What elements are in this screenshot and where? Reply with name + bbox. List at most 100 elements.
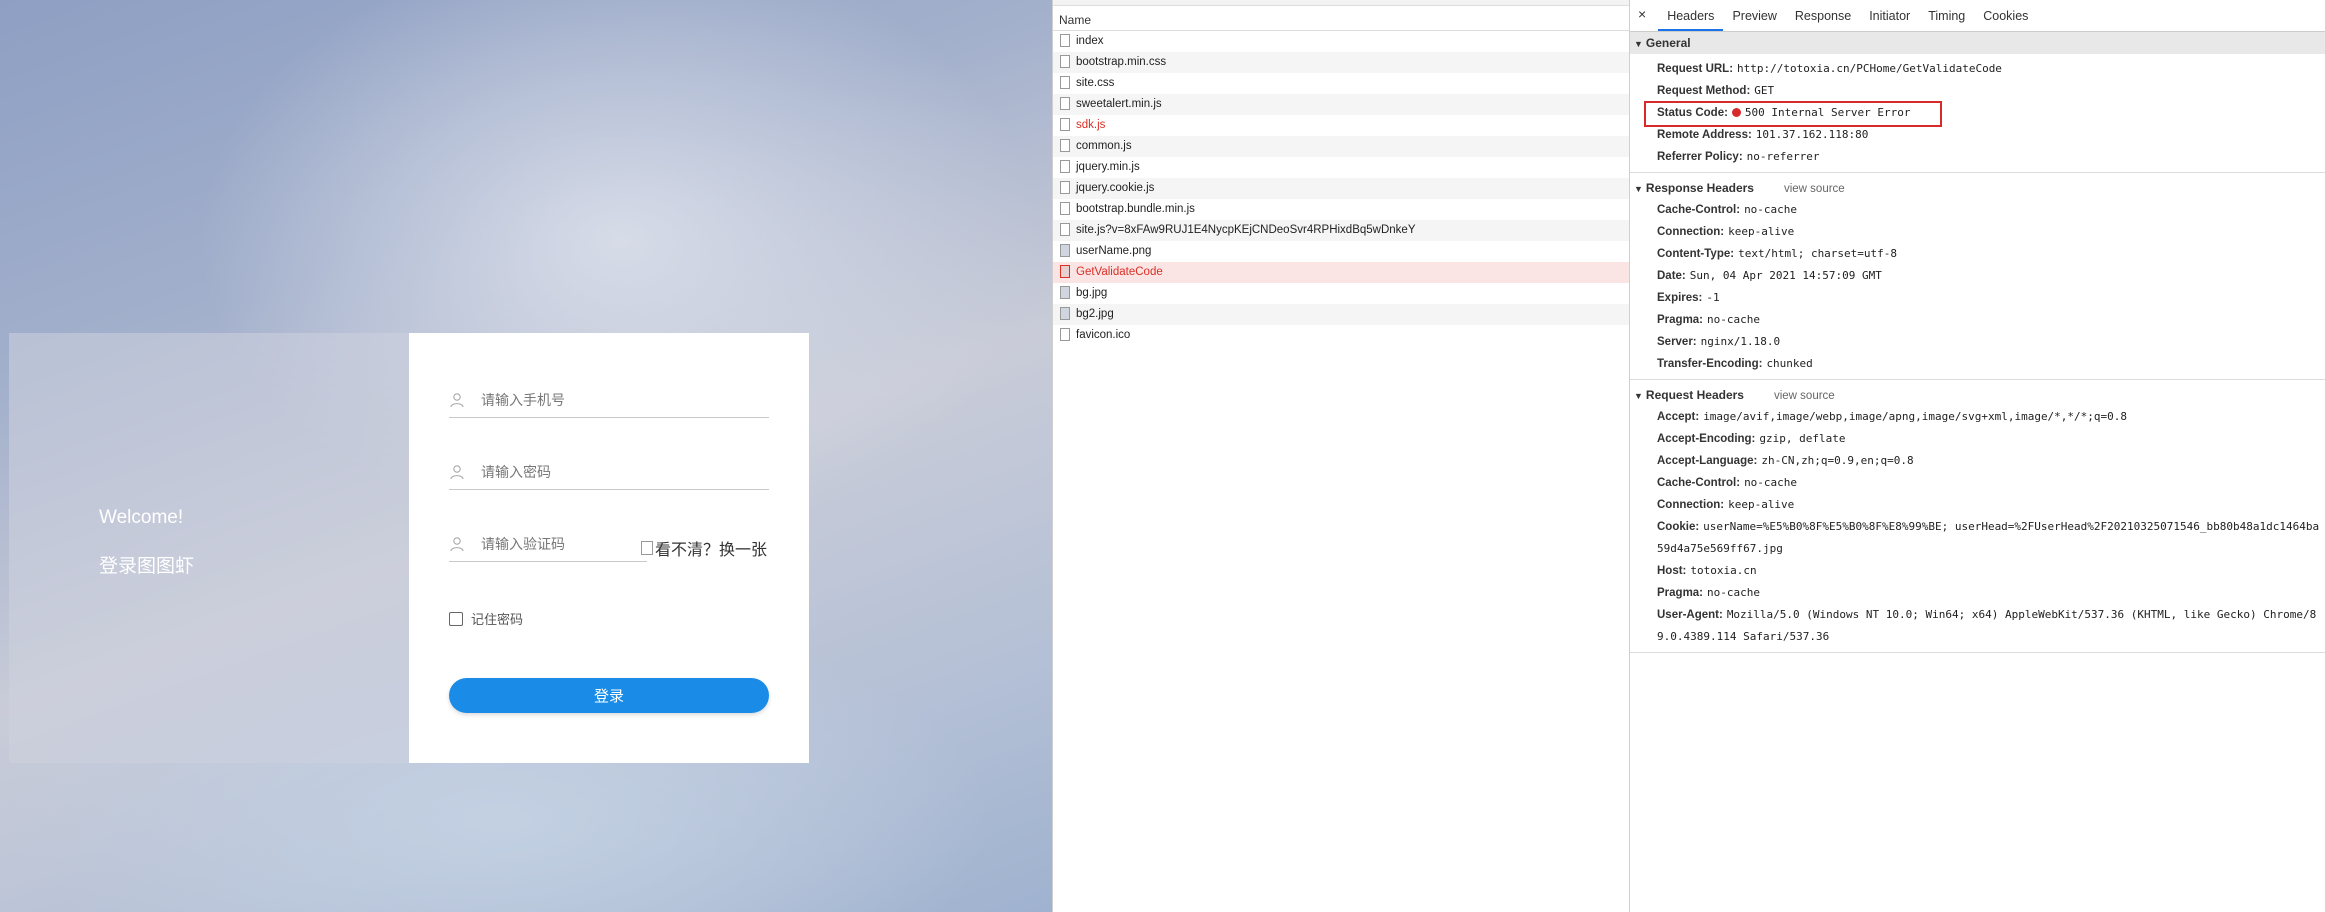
header-key: Request URL: bbox=[1657, 63, 1734, 75]
header-key: Server: bbox=[1657, 336, 1697, 348]
remember-label: 记住密码 bbox=[471, 612, 524, 627]
header-value: zh-CN,zh;q=0.9,en;q=0.8 bbox=[1761, 454, 1914, 467]
header-value: no-referrer bbox=[1746, 150, 1820, 163]
request-name: bootstrap.min.css bbox=[1076, 56, 1167, 68]
header-value: keep-alive bbox=[1728, 498, 1795, 511]
request-row[interactable]: favicon.ico bbox=[1053, 325, 1629, 346]
file-icon bbox=[1060, 76, 1070, 89]
login-form: 看不清？换一张 记住密码 登录 bbox=[409, 333, 809, 763]
tab-preview[interactable]: Preview bbox=[1723, 9, 1785, 31]
header-value: totoxia.cn bbox=[1690, 564, 1757, 577]
request-row[interactable]: jquery.min.js bbox=[1053, 157, 1629, 178]
header-value: no-cache bbox=[1744, 203, 1798, 216]
header-value: keep-alive bbox=[1728, 225, 1795, 238]
header-row: Content-Type: text/html; charset=utf-8 bbox=[1630, 243, 2325, 265]
request-row[interactable]: sweetalert.min.js bbox=[1053, 94, 1629, 115]
header-value: text/html; charset=utf-8 bbox=[1738, 247, 1898, 260]
view-source-link[interactable]: view source bbox=[1784, 183, 1845, 195]
header-value: chunked bbox=[1766, 357, 1813, 370]
tab-timing[interactable]: Timing bbox=[1919, 9, 1974, 31]
header-key: Referrer Policy: bbox=[1657, 151, 1743, 163]
file-icon bbox=[1060, 265, 1070, 278]
request-row[interactable]: bootstrap.bundle.min.js bbox=[1053, 199, 1629, 220]
header-key: User-Agent: bbox=[1657, 609, 1723, 621]
triangle-down-icon: ▼ bbox=[1634, 39, 1643, 49]
request-row[interactable]: index bbox=[1053, 31, 1629, 52]
request-name: site.css bbox=[1076, 77, 1115, 89]
response-headers-toggle[interactable]: ▼ Response Headers view source bbox=[1630, 177, 2325, 199]
header-value: no-cache bbox=[1707, 586, 1761, 599]
header-row: Pragma: no-cache bbox=[1630, 582, 2325, 604]
header-key: Cache-Control: bbox=[1657, 204, 1741, 216]
request-name: sdk.js bbox=[1076, 119, 1106, 131]
request-name: sweetalert.min.js bbox=[1076, 98, 1162, 110]
header-key: Request Method: bbox=[1657, 85, 1751, 97]
welcome-panel: Welcome! 登录图图虾 bbox=[9, 333, 409, 763]
login-button[interactable]: 登录 bbox=[449, 678, 769, 713]
request-row[interactable]: site.css bbox=[1053, 73, 1629, 94]
tab-cookies[interactable]: Cookies bbox=[1974, 9, 2037, 31]
header-key: Transfer-Encoding: bbox=[1657, 358, 1763, 370]
header-key: Connection: bbox=[1657, 226, 1725, 238]
request-row[interactable]: bg2.jpg bbox=[1053, 304, 1629, 325]
header-value: nginx/1.18.0 bbox=[1700, 335, 1781, 348]
header-row: Cache-Control: no-cache bbox=[1630, 472, 2325, 494]
request-url-row: Request URL: http://totoxia.cn/PCHome/Get… bbox=[1630, 58, 2325, 80]
general-title: General bbox=[1645, 36, 1691, 50]
header-row: Cache-Control: no-cache bbox=[1630, 199, 2325, 221]
header-key: Content-Type: bbox=[1657, 248, 1735, 260]
file-icon bbox=[1060, 97, 1070, 110]
general-section-toggle[interactable]: ▼ General bbox=[1630, 32, 2325, 54]
header-value: userName=%E5%B0%8F%E5%B0%8F%E8%99%BE; us… bbox=[1657, 520, 2320, 555]
header-row: Connection: keep-alive bbox=[1630, 221, 2325, 243]
file-icon bbox=[1060, 139, 1070, 152]
request-name: bootstrap.bundle.min.js bbox=[1076, 203, 1195, 215]
request-headers-toggle[interactable]: ▼ Request Headers view source bbox=[1630, 384, 2325, 406]
request-name: index bbox=[1076, 35, 1104, 47]
site-name: 登录图图虾 bbox=[99, 556, 195, 577]
header-key: Cache-Control: bbox=[1657, 477, 1741, 489]
name-column-header[interactable]: Name bbox=[1053, 6, 1629, 31]
request-name: bg2.jpg bbox=[1076, 308, 1114, 320]
broken-image-icon bbox=[641, 541, 653, 555]
status-code-row: Status Code: 500 Internal Server Error bbox=[1630, 101, 2325, 127]
status-highlight-box bbox=[1644, 101, 1942, 127]
request-row[interactable]: sdk.js bbox=[1053, 115, 1629, 136]
request-row[interactable]: bg.jpg bbox=[1053, 283, 1629, 304]
request-row[interactable]: site.js?v=8xFAw9RUJ1E4NycpKEjCNDeoSvr4RP… bbox=[1053, 220, 1629, 241]
header-row: User-Agent: Mozilla/5.0 (Windows NT 10.0;… bbox=[1630, 604, 2325, 648]
captcha-image[interactable]: 看不清？换一张 bbox=[641, 537, 769, 559]
close-icon[interactable]: × bbox=[1638, 6, 1646, 31]
tab-response[interactable]: Response bbox=[1786, 9, 1860, 31]
request-row[interactable]: bootstrap.min.css bbox=[1053, 52, 1629, 73]
header-key: Connection: bbox=[1657, 499, 1725, 511]
tab-headers[interactable]: Headers bbox=[1658, 9, 1724, 31]
request-row[interactable]: GetValidateCode bbox=[1053, 262, 1629, 283]
login-card: Welcome! 登录图图虾 看不清？换一张 记住密码 bbox=[9, 333, 809, 763]
referrer-policy-row: Referrer Policy: no-referrer bbox=[1630, 146, 2325, 168]
triangle-down-icon: ▼ bbox=[1634, 391, 1643, 401]
header-value: no-cache bbox=[1744, 476, 1798, 489]
view-source-link[interactable]: view source bbox=[1774, 390, 1835, 402]
tab-initiator[interactable]: Initiator bbox=[1860, 9, 1919, 31]
header-key: Date: bbox=[1657, 270, 1686, 282]
request-row[interactable]: jquery.cookie.js bbox=[1053, 178, 1629, 199]
remember-password[interactable]: 记住密码 bbox=[449, 609, 523, 628]
request-name: jquery.cookie.js bbox=[1076, 182, 1155, 194]
request-name: bg.jpg bbox=[1076, 287, 1108, 299]
header-key: Cookie: bbox=[1657, 521, 1700, 533]
header-key: Remote Address: bbox=[1657, 129, 1752, 141]
file-icon bbox=[1060, 223, 1070, 236]
header-key: Accept-Language: bbox=[1657, 455, 1758, 467]
remote-address-row: Remote Address: 101.37.162.118:80 bbox=[1630, 124, 2325, 146]
remember-checkbox[interactable] bbox=[449, 611, 463, 626]
request-row[interactable]: userName.png bbox=[1053, 241, 1629, 262]
triangle-down-icon: ▼ bbox=[1634, 184, 1643, 194]
phone-input[interactable] bbox=[479, 391, 683, 409]
captcha-input[interactable] bbox=[479, 535, 633, 553]
header-row: Accept-Language: zh-CN,zh;q=0.9,en;q=0.8 bbox=[1630, 450, 2325, 472]
password-input[interactable] bbox=[479, 463, 683, 481]
captcha-alt-text: 看不清？换一张 bbox=[655, 542, 768, 559]
request-row[interactable]: common.js bbox=[1053, 136, 1629, 157]
header-value: Sun, 04 Apr 2021 14:57:09 GMT bbox=[1689, 269, 1882, 282]
